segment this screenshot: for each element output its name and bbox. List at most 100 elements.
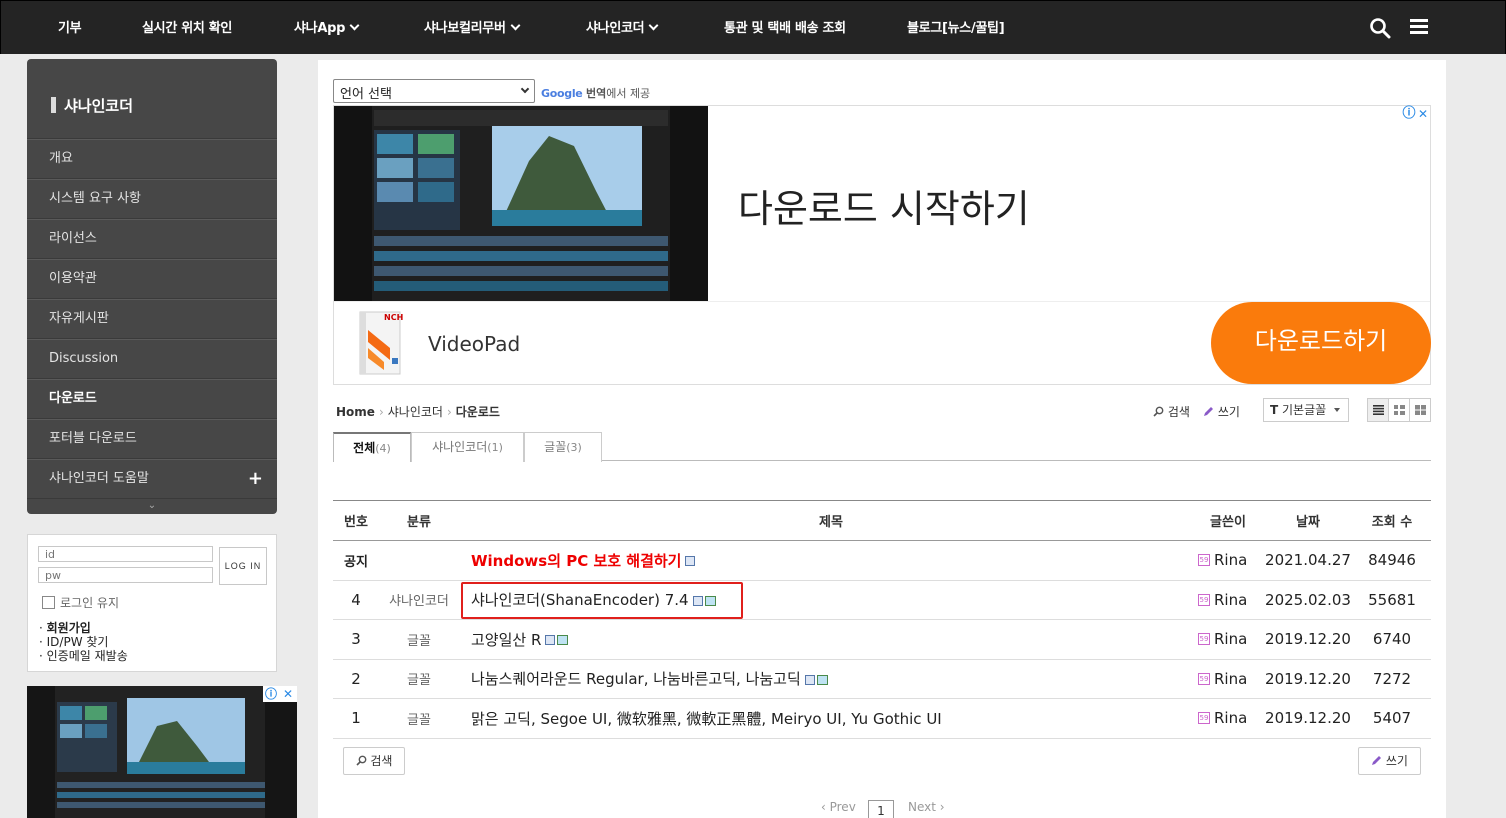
sidebar-item-help[interactable]: 샤나인코더 도움말 + xyxy=(27,459,277,499)
attachment-icon xyxy=(685,556,696,567)
pagination-current[interactable]: 1 xyxy=(868,800,894,818)
tab-label: 글꼴 xyxy=(544,440,567,454)
row-title-link[interactable]: 맑은 고딕, Segoe UI, 微软雅黑, 微軟正黑體, Meiryo UI,… xyxy=(471,708,942,729)
signup-link[interactable]: · 회원가입 xyxy=(39,621,128,635)
nav-item-label: 샤나보컬리무버 xyxy=(424,21,506,36)
row-title-link[interactable]: Windows의 PC 보호 해결하기 xyxy=(471,550,681,571)
row-author[interactable]: 59 Rina xyxy=(1198,699,1263,738)
login-button[interactable]: LOG IN xyxy=(219,547,267,585)
write-link[interactable]: 쓰기 xyxy=(1203,403,1240,420)
breadcrumb-download[interactable]: 다운로드 xyxy=(456,405,500,419)
row-date: 2025.02.03 xyxy=(1265,590,1351,609)
ad-app-name[interactable]: VideoPad xyxy=(428,332,520,356)
user-level-icon: 59 xyxy=(1198,593,1210,606)
tab-label: 샤나인코더 xyxy=(432,440,488,454)
nav-item-location[interactable]: 실시간 위치 확인 xyxy=(142,17,232,36)
webzine-view-icon[interactable] xyxy=(1389,399,1410,421)
row-category[interactable]: 글꼴 xyxy=(379,699,459,738)
board-table: 번호 분류 제목 글쓴이 날짜 조회 수 공지 Windows의 PC 보호 해… xyxy=(333,500,1431,739)
category-tabs: 전체(4) 샤나인코더(1) 글꼴(3) xyxy=(333,432,1431,462)
keep-login-checkbox[interactable] xyxy=(42,596,55,609)
nav-item-shana-app[interactable]: 샤나App xyxy=(294,17,360,36)
tab-all[interactable]: 전체(4) xyxy=(333,432,411,462)
gallery-view-icon[interactable] xyxy=(1410,399,1430,421)
sidebar-item-label: 포터블 다운로드 xyxy=(49,431,137,446)
pencil-icon xyxy=(1204,407,1213,416)
find-id-pw-link[interactable]: · ID/PW 찾기 xyxy=(39,635,128,649)
row-author-name: Rina xyxy=(1214,669,1248,688)
breadcrumb-shana-encoder[interactable]: 샤나인코더 xyxy=(388,405,443,419)
resend-email-link[interactable]: · 인증메일 재발송 xyxy=(39,649,128,663)
pagination-prev[interactable]: ‹ Prev xyxy=(821,800,856,814)
sidebar-item-download[interactable]: 다운로드 xyxy=(27,379,277,419)
row-no: 2 xyxy=(351,669,361,688)
pagination-next[interactable]: Next › xyxy=(908,800,945,814)
ad-logo-text: NCH xyxy=(384,313,404,322)
nav-item-vocal-remover[interactable]: 샤나보컬리무버 xyxy=(424,17,521,36)
row-title-link[interactable]: 샤나인코더(ShanaEncoder) 7.4 xyxy=(471,589,689,610)
header-views[interactable]: 조회 수 xyxy=(1353,501,1431,540)
sidebar-item-terms[interactable]: 이용약관 xyxy=(27,259,277,299)
breadcrumb: Home › 샤나인코더 › 다운로드 xyxy=(336,403,500,420)
resend-label: 인증메일 재발송 xyxy=(46,649,128,663)
ad-info-icon[interactable]: ⓘ xyxy=(263,686,279,702)
pw-input[interactable] xyxy=(38,567,213,583)
attachment-icon xyxy=(692,595,703,606)
main-ad-banner[interactable]: ⓘ ✕ 다운로드 시작하기 NCH VideoPad 다운로드하기 xyxy=(333,105,1431,385)
nav-item-donate[interactable]: 기부 xyxy=(58,17,82,36)
ad-download-button[interactable]: 다운로드하기 xyxy=(1211,302,1431,384)
list-view-icon[interactable] xyxy=(1368,399,1389,421)
breadcrumb-home[interactable]: Home xyxy=(336,405,375,419)
ad-headline[interactable]: 다운로드 시작하기 xyxy=(738,178,1030,233)
row-category[interactable]: 샤나인코더 xyxy=(379,581,459,620)
id-input[interactable] xyxy=(38,546,213,562)
sidebar-item-label: 다운로드 xyxy=(49,391,97,406)
tab-fonts[interactable]: 글꼴(3) xyxy=(524,432,602,462)
sidebar-item-license[interactable]: 라이선스 xyxy=(27,219,277,259)
chevron-down-icon[interactable]: ⌄ xyxy=(27,499,277,514)
row-title-link[interactable]: 나눔스퀘어라운드 Regular, 나눔바른고딕, 나눔고딕 xyxy=(471,668,801,689)
google-translate-credit[interactable]: Google 번역에서 제공 xyxy=(541,85,650,101)
ad-close-icon[interactable]: ✕ xyxy=(279,686,297,702)
sidebar-item-overview[interactable]: 개요 xyxy=(27,139,277,179)
write-link-label: 쓰기 xyxy=(1217,405,1240,419)
row-title-link[interactable]: 고양일산 R xyxy=(471,629,541,650)
nav-item-label: 샤나App xyxy=(294,21,346,36)
nav-item-blog[interactable]: 블로그[뉴스/꿀팁] xyxy=(907,17,1005,36)
attachment-icon xyxy=(804,674,815,685)
sidebar-item-label: 이용약관 xyxy=(49,271,97,286)
hamburger-menu-icon[interactable] xyxy=(1410,19,1428,35)
sidebar-item-free-board[interactable]: 자유게시판 xyxy=(27,299,277,339)
bottom-write-label: 쓰기 xyxy=(1385,754,1408,768)
sidebar-item-label: 개요 xyxy=(49,151,73,166)
row-category[interactable]: 글꼴 xyxy=(379,620,459,659)
sidebar-item-discussion[interactable]: Discussion xyxy=(27,339,277,379)
row-category[interactable]: 글꼴 xyxy=(379,660,459,699)
left-ad-banner[interactable]: ⓘ ✕ xyxy=(27,686,297,818)
language-select[interactable]: 언어 선택 xyxy=(333,79,535,103)
row-title: 샤나인코더(ShanaEncoder) 7.4 xyxy=(471,581,1191,620)
row-author[interactable]: 59 Rina xyxy=(1198,581,1263,620)
header-author: 글쓴이 xyxy=(1210,515,1246,530)
sidebar-item-system-requirements[interactable]: 시스템 요구 사항 xyxy=(27,179,277,219)
row-category[interactable] xyxy=(379,541,459,580)
ad-info-icon[interactable]: ⓘ xyxy=(1402,106,1416,122)
ad-close-icon[interactable]: ✕ xyxy=(1416,106,1430,122)
header-date[interactable]: 날짜 xyxy=(1263,501,1353,540)
font-select[interactable]: T 기본글꼴 xyxy=(1263,398,1349,422)
bottom-search-button[interactable]: 검색 xyxy=(343,747,405,775)
google-logo: Google xyxy=(541,87,583,100)
user-level-icon: 59 xyxy=(1198,554,1210,567)
row-author[interactable]: 59 Rina xyxy=(1198,660,1263,699)
expand-plus-icon[interactable]: + xyxy=(248,460,263,498)
nav-item-shana-encoder[interactable]: 샤나인코더 xyxy=(586,17,659,36)
search-link[interactable]: 검색 xyxy=(1153,403,1190,420)
nav-item-tracking[interactable]: 통관 및 택배 배송 조회 xyxy=(724,17,846,36)
keep-login[interactable]: 로그인 유지 xyxy=(42,594,119,611)
row-author[interactable]: 59 Rina xyxy=(1198,620,1263,659)
tab-shana-encoder[interactable]: 샤나인코더(1) xyxy=(411,432,524,462)
row-author[interactable]: 59 Rina xyxy=(1198,541,1263,580)
sidebar-item-portable-download[interactable]: 포터블 다운로드 xyxy=(27,419,277,459)
bottom-write-button[interactable]: 쓰기 xyxy=(1358,747,1421,775)
search-icon[interactable] xyxy=(1369,17,1391,39)
